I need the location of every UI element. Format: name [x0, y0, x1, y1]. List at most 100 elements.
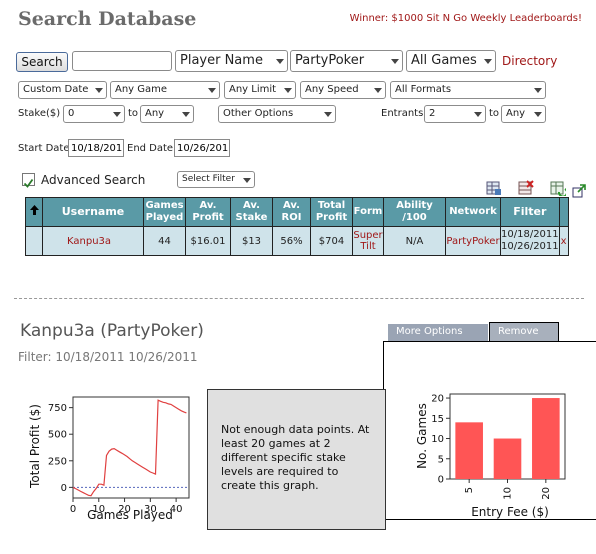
line-x-axis-label: Games Played — [87, 508, 173, 522]
date-range-value: Custom Date — [23, 84, 89, 95]
stake-min-select[interactable]: 0 — [63, 105, 125, 123]
sort-up-icon[interactable] — [29, 204, 40, 216]
directory-link[interactable]: Directory — [502, 54, 557, 68]
col-filter: Filter — [500, 197, 560, 227]
end-date-input[interactable]: 10/26/201 — [174, 139, 230, 157]
chevron-down-icon — [182, 112, 190, 117]
cell-av-profit: $16.01 — [185, 226, 231, 256]
col-av-roi[interactable]: Av. ROI — [272, 197, 311, 227]
search-input[interactable] — [72, 51, 172, 71]
remove-row-button[interactable]: x — [558, 226, 569, 256]
player-heading: Kanpu3a (PartyPoker) — [20, 321, 204, 341]
network-select-value: PartyPoker — [295, 53, 365, 68]
profit-line-chart: 0250500750 0 10 20 30 40 Games Played Total … — [28, 396, 190, 522]
chevron-down-icon — [95, 88, 103, 93]
other-options-select[interactable]: Other Options — [218, 105, 336, 123]
stake-max-select[interactable]: Any — [140, 105, 194, 123]
username-link[interactable]: Kanpu3a — [42, 226, 144, 256]
col-total-profit[interactable]: Total Profit — [310, 197, 353, 227]
chevron-down-icon — [391, 59, 399, 64]
line-y-tick-label: 500 — [48, 430, 67, 441]
chevron-down-icon — [474, 112, 482, 117]
filter-start-date: 10/18/2011 — [501, 229, 559, 240]
sort-column[interactable] — [25, 197, 43, 227]
entrants-label: Entrants — [381, 108, 424, 119]
refresh-table-icon[interactable] — [550, 180, 568, 198]
chevron-down-icon — [324, 112, 332, 117]
line-x-tick-label: 0 — [70, 504, 76, 515]
line-y-tick-label: 250 — [48, 456, 67, 467]
bar-y-tick-label: 15 — [431, 414, 444, 425]
chevron-down-icon — [113, 112, 121, 117]
col-av-stake[interactable]: Av. Stake — [230, 197, 273, 227]
line-y-tick-label: 750 — [48, 403, 67, 414]
bar-x-tick-label: 20 — [541, 487, 552, 500]
chevron-down-icon — [534, 88, 542, 93]
entrants-max-select[interactable]: Any — [501, 105, 546, 123]
col-remove — [558, 197, 569, 227]
entrants-min-select[interactable]: 2 — [424, 105, 486, 123]
player-filter-text: Filter: 10/18/2011 10/26/2011 — [18, 350, 198, 364]
col-network[interactable]: Network — [445, 197, 501, 227]
export-table-icon[interactable] — [486, 180, 502, 196]
filter-end-date: 10/26/2011 — [501, 241, 559, 252]
row-spacer — [25, 226, 43, 256]
popout-icon[interactable] — [572, 183, 586, 198]
tab-more-options[interactable]: More Options — [388, 324, 488, 341]
end-date-label: End Date: — [127, 143, 177, 154]
results-table: Username Games Played Av. Profit Av. Sta… — [25, 197, 569, 256]
bar-y-tick-label: 0 — [438, 475, 444, 486]
col-ability[interactable]: Ability /100 — [383, 197, 446, 227]
chevron-down-icon — [484, 59, 492, 64]
cell-av-roi: 56% — [272, 226, 311, 256]
form-link[interactable]: Super Tilt — [352, 226, 384, 256]
game-select[interactable]: Any Game — [110, 81, 220, 99]
stake-max-value: Any — [145, 108, 165, 119]
col-av-profit[interactable]: Av. Profit — [185, 197, 231, 227]
select-filter-dropdown[interactable]: Select Filter — [177, 171, 255, 188]
bar-y-tick-label: 5 — [438, 454, 444, 465]
speed-select[interactable]: Any Speed — [300, 81, 386, 99]
field-select[interactable]: Player Name — [175, 50, 288, 72]
table-header-row: Username Games Played Av. Profit Av. Sta… — [25, 197, 569, 227]
cell-total-profit: $704 — [310, 226, 353, 256]
tab-remove[interactable]: Remove — [489, 322, 559, 341]
network-select[interactable]: PartyPoker — [290, 50, 403, 72]
section-divider — [14, 298, 584, 299]
start-date-input[interactable]: 10/18/201 — [68, 139, 124, 157]
col-form[interactable]: Form — [352, 197, 384, 227]
chevron-down-icon — [243, 177, 251, 183]
bar-y-axis-label: No. Games — [415, 403, 429, 469]
col-username[interactable]: Username — [42, 197, 144, 227]
formats-select[interactable]: All Formats — [390, 81, 546, 99]
page-title: Search Database — [18, 8, 197, 30]
games-select[interactable]: All Games — [406, 50, 496, 72]
cell-ability: N/A — [383, 226, 446, 256]
stake-label: Stake($) — [18, 108, 61, 119]
entrants-to-label: to — [489, 108, 500, 119]
bar-5 — [455, 422, 483, 479]
network-link[interactable]: PartyPoker — [445, 226, 501, 256]
limit-select-value: Any Limit — [229, 84, 277, 95]
delete-table-icon[interactable] — [518, 180, 534, 196]
col-games-played[interactable]: Games Played — [143, 197, 186, 227]
search-button[interactable]: Search — [16, 52, 68, 72]
bar-20 — [532, 398, 560, 479]
cell-av-stake: $13 — [230, 226, 273, 256]
advanced-search-checkbox[interactable] — [22, 173, 35, 188]
limit-select[interactable]: Any Limit — [224, 81, 296, 99]
line-y-tick-label: 0 — [61, 483, 67, 494]
date-range-select[interactable]: Custom Date — [18, 81, 107, 99]
bar-y-tick-label: 10 — [431, 434, 444, 445]
bar-10 — [493, 438, 522, 479]
line-y-axis-label: Total Profit ($) — [28, 404, 42, 489]
stake-min-value: 0 — [68, 108, 75, 119]
chevron-down-icon — [534, 112, 542, 117]
chevron-down-icon — [284, 88, 292, 93]
formats-select-value: All Formats — [395, 84, 452, 95]
promo-link[interactable]: Winner: $1000 Sit N Go Weekly Leaderboar… — [350, 13, 582, 24]
games-select-value: All Games — [411, 53, 477, 68]
bar-x-tick-label: 10 — [503, 487, 514, 500]
start-date-label: Start Date: — [18, 143, 73, 154]
bar-y-tick-label: 20 — [431, 394, 444, 405]
